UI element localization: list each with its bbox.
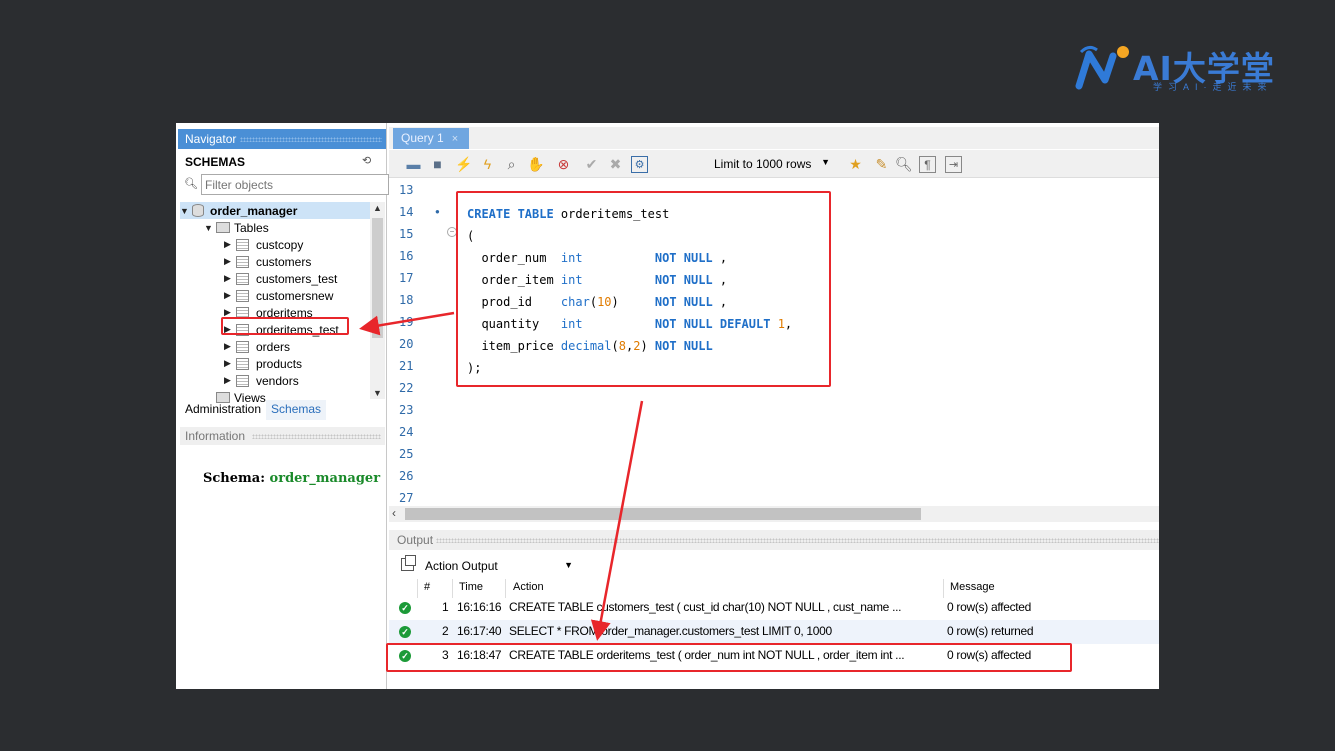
- arrow-to-table: [359, 311, 455, 336]
- arrow-to-output: [590, 400, 644, 641]
- annotation-arrows: [359, 311, 644, 641]
